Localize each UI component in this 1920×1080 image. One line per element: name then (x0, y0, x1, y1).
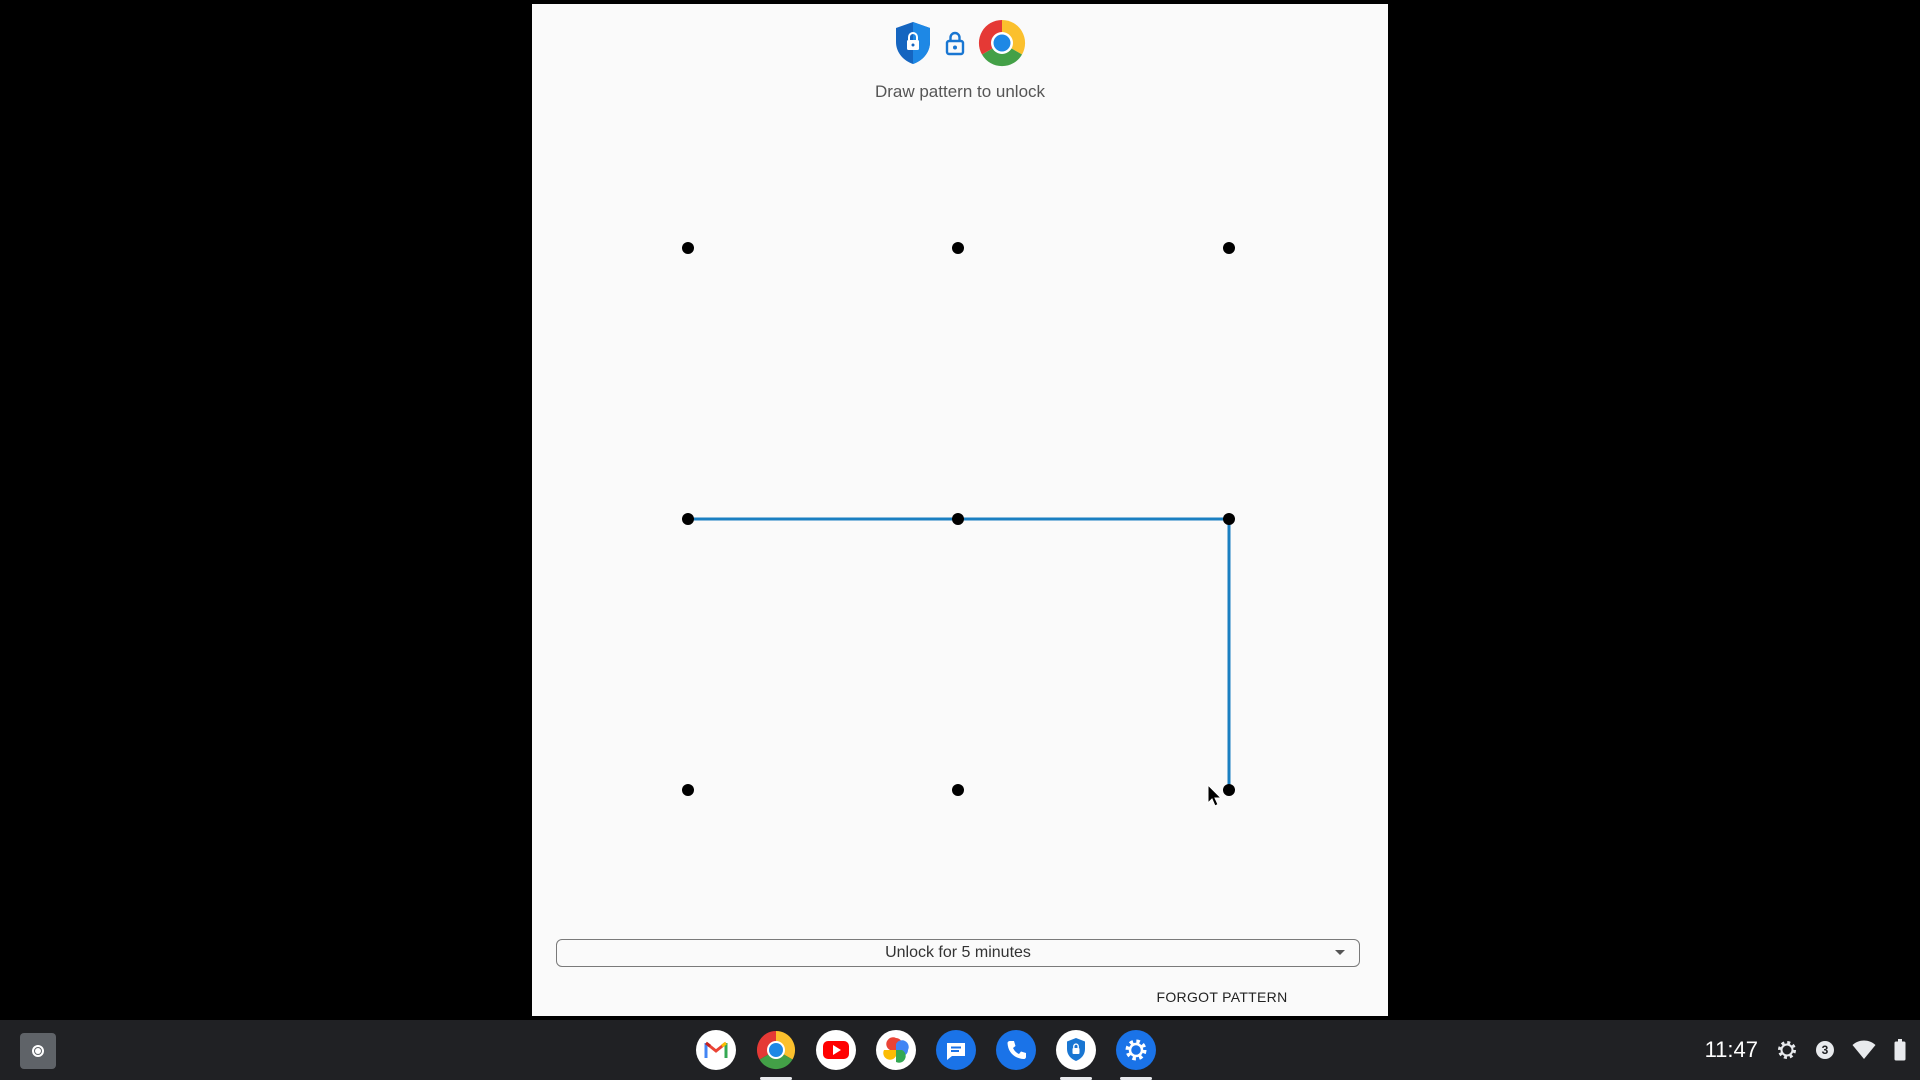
notification-count-badge[interactable]: 3 (1816, 1041, 1834, 1059)
pattern-dot[interactable] (682, 242, 694, 254)
pattern-path (688, 517, 1231, 790)
shelf-app-messages[interactable] (936, 1030, 976, 1070)
settings-icon (1116, 1030, 1156, 1070)
shelf-app-app-lock[interactable] (1056, 1030, 1096, 1080)
app-lock-window: Draw pattern to unlock Unlock for 5 minu… (532, 4, 1388, 1016)
pattern-dot[interactable] (682, 513, 694, 525)
dropdown-arrow-icon (1335, 950, 1345, 955)
shelf-app-photos[interactable] (876, 1030, 916, 1070)
app-lock-icon (1056, 1030, 1096, 1070)
pattern-dot[interactable] (952, 784, 964, 796)
clock[interactable]: 11:47 (1705, 1037, 1758, 1063)
shelf-app-youtube[interactable] (816, 1030, 856, 1070)
unlock-duration-select[interactable]: Unlock for 5 minutes (556, 939, 1360, 967)
google-photos-icon (876, 1030, 916, 1070)
chrome-icon (756, 1031, 796, 1070)
battery-icon (1894, 1039, 1906, 1061)
launcher-button[interactable] (20, 1033, 56, 1069)
gmail-icon (696, 1030, 736, 1070)
pattern-dot[interactable] (682, 784, 694, 796)
phone-icon (996, 1030, 1036, 1070)
settings-gear-icon (1778, 1041, 1796, 1059)
shelf-app-phone[interactable] (996, 1030, 1036, 1070)
pattern-dot[interactable] (1223, 513, 1235, 525)
messages-icon (936, 1030, 976, 1070)
wifi-icon (1852, 1040, 1876, 1059)
desktop: Draw pattern to unlock Unlock for 5 minu… (0, 0, 1920, 1080)
mouse-cursor-icon (1207, 783, 1223, 807)
shelf-app-settings[interactable] (1116, 1030, 1156, 1080)
pattern-dot[interactable] (952, 242, 964, 254)
shelf-app-gmail[interactable] (696, 1030, 736, 1070)
launcher-icon (32, 1045, 44, 1057)
shelf: 11:47 3 (0, 1020, 1920, 1080)
pattern-dot[interactable] (1223, 242, 1235, 254)
forgot-pattern-button[interactable]: FORGOT PATTERN (1092, 984, 1352, 1010)
pattern-grid[interactable] (532, 4, 1388, 1016)
youtube-icon (816, 1030, 856, 1070)
shelf-apps (696, 1030, 1156, 1080)
pattern-dot[interactable] (952, 513, 964, 525)
shelf-app-chrome[interactable] (756, 1030, 796, 1080)
status-tray[interactable]: 11:47 3 (1705, 1020, 1920, 1080)
unlock-duration-value: Unlock for 5 minutes (885, 944, 1031, 961)
pattern-dot[interactable] (1223, 784, 1235, 796)
